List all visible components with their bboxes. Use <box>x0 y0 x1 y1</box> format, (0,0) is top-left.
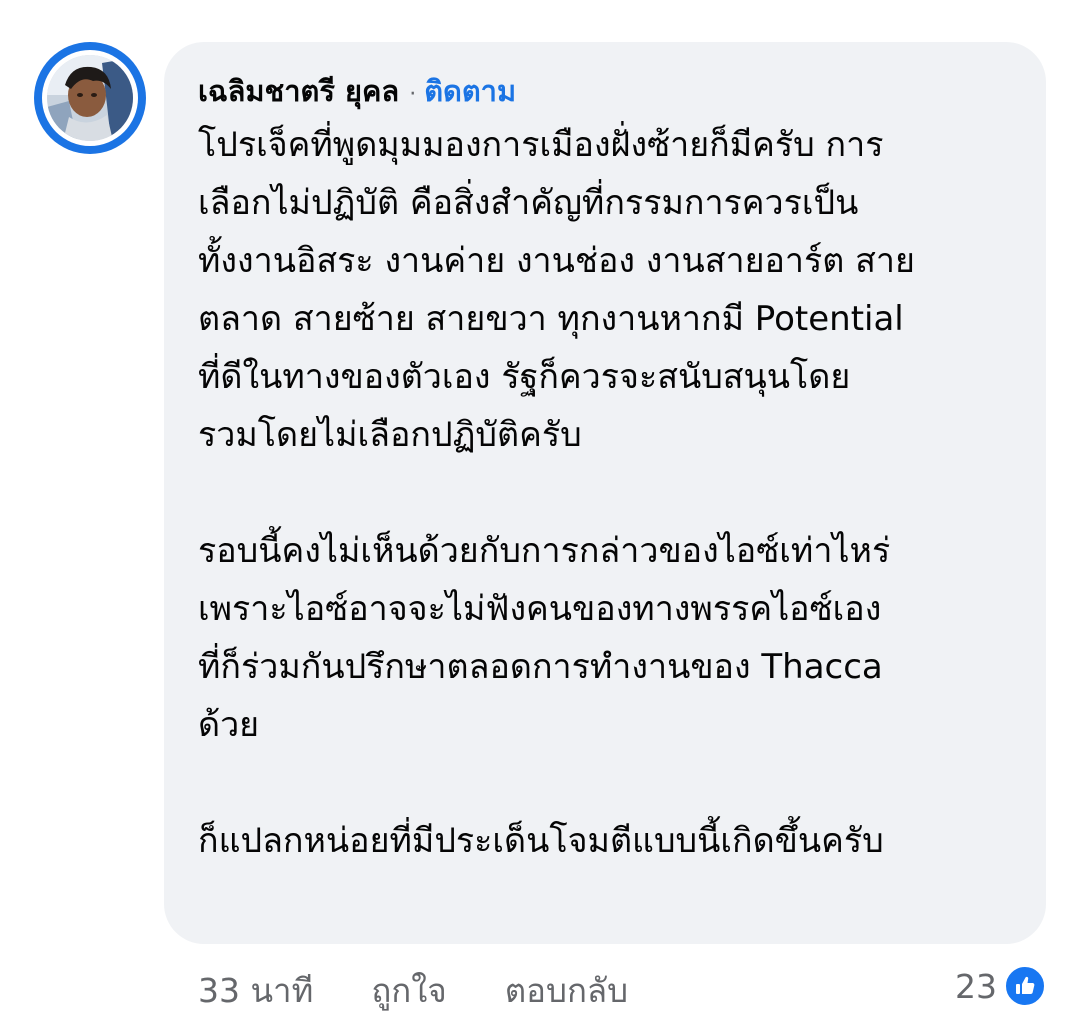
comment-actions: 33 นาที ถูกใจ ตอบกลับ <box>198 962 628 1018</box>
like-button[interactable]: ถูกใจ <box>371 964 446 1017</box>
comment-header: เฉลิมชาตรี ยุคล · ติดตาม <box>198 68 1016 112</box>
avatar[interactable] <box>34 42 146 154</box>
comment-line: ที่ก็ร่วมกันปรึกษาตลอดการทำงานของ Thacca <box>198 647 883 687</box>
comment-text: โปรเจ็คที่พูดมุมมองการเมืองฝั่งซ้ายก็มีค… <box>198 116 1016 870</box>
reply-button[interactable]: ตอบกลับ <box>505 964 628 1017</box>
comment-line: เลือกไม่ปฏิบัติ คือสิ่งสำคัญที่กรรมการคว… <box>198 183 859 223</box>
comment-line: ทั้งงานอิสระ งานค่าย งานช่อง งานสายอาร์ต… <box>198 241 915 281</box>
comment-line: รอบนี้คงไม่เห็นด้วยกับการกล่าวของไอซ์เท่… <box>198 531 891 571</box>
comment-line: เพราะไอซ์อาจจะไม่ฟังคนของทางพรรคไอซ์เอง <box>198 589 882 629</box>
comment-line: ตลาด สายซ้าย สายขวา ทุกงานหากมี Potentia… <box>198 299 904 339</box>
reaction-count: 23 <box>955 966 997 1006</box>
comment-line: ที่ดีในทางของตัวเอง รัฐก็ควรจะสนับสนุนโด… <box>198 357 851 397</box>
comment-bubble: เฉลิมชาตรี ยุคล · ติดตาม โปรเจ็คที่พูดมุ… <box>164 42 1046 944</box>
profile-photo <box>47 55 133 141</box>
reaction-summary[interactable]: 23 <box>955 962 1047 1010</box>
separator-dot: · <box>409 82 417 107</box>
comment-line: ก็แปลกหน่อยที่มีประเด็นโจมตีแบบนี้เกิดขึ… <box>198 821 884 861</box>
follow-button[interactable]: ติดตาม <box>424 68 516 114</box>
comment-line: ด้วย <box>198 705 260 745</box>
comment-line: โปรเจ็คที่พูดมุมมองการเมืองฝั่งซ้ายก็มีค… <box>198 125 884 165</box>
timestamp[interactable]: 33 นาที <box>198 964 313 1017</box>
author-name[interactable]: เฉลิมชาตรี ยุคล <box>198 68 399 114</box>
like-thumb-icon <box>1003 964 1047 1008</box>
comment-line: รวมโดยไม่เลือกปฏิบัติครับ <box>198 415 582 455</box>
